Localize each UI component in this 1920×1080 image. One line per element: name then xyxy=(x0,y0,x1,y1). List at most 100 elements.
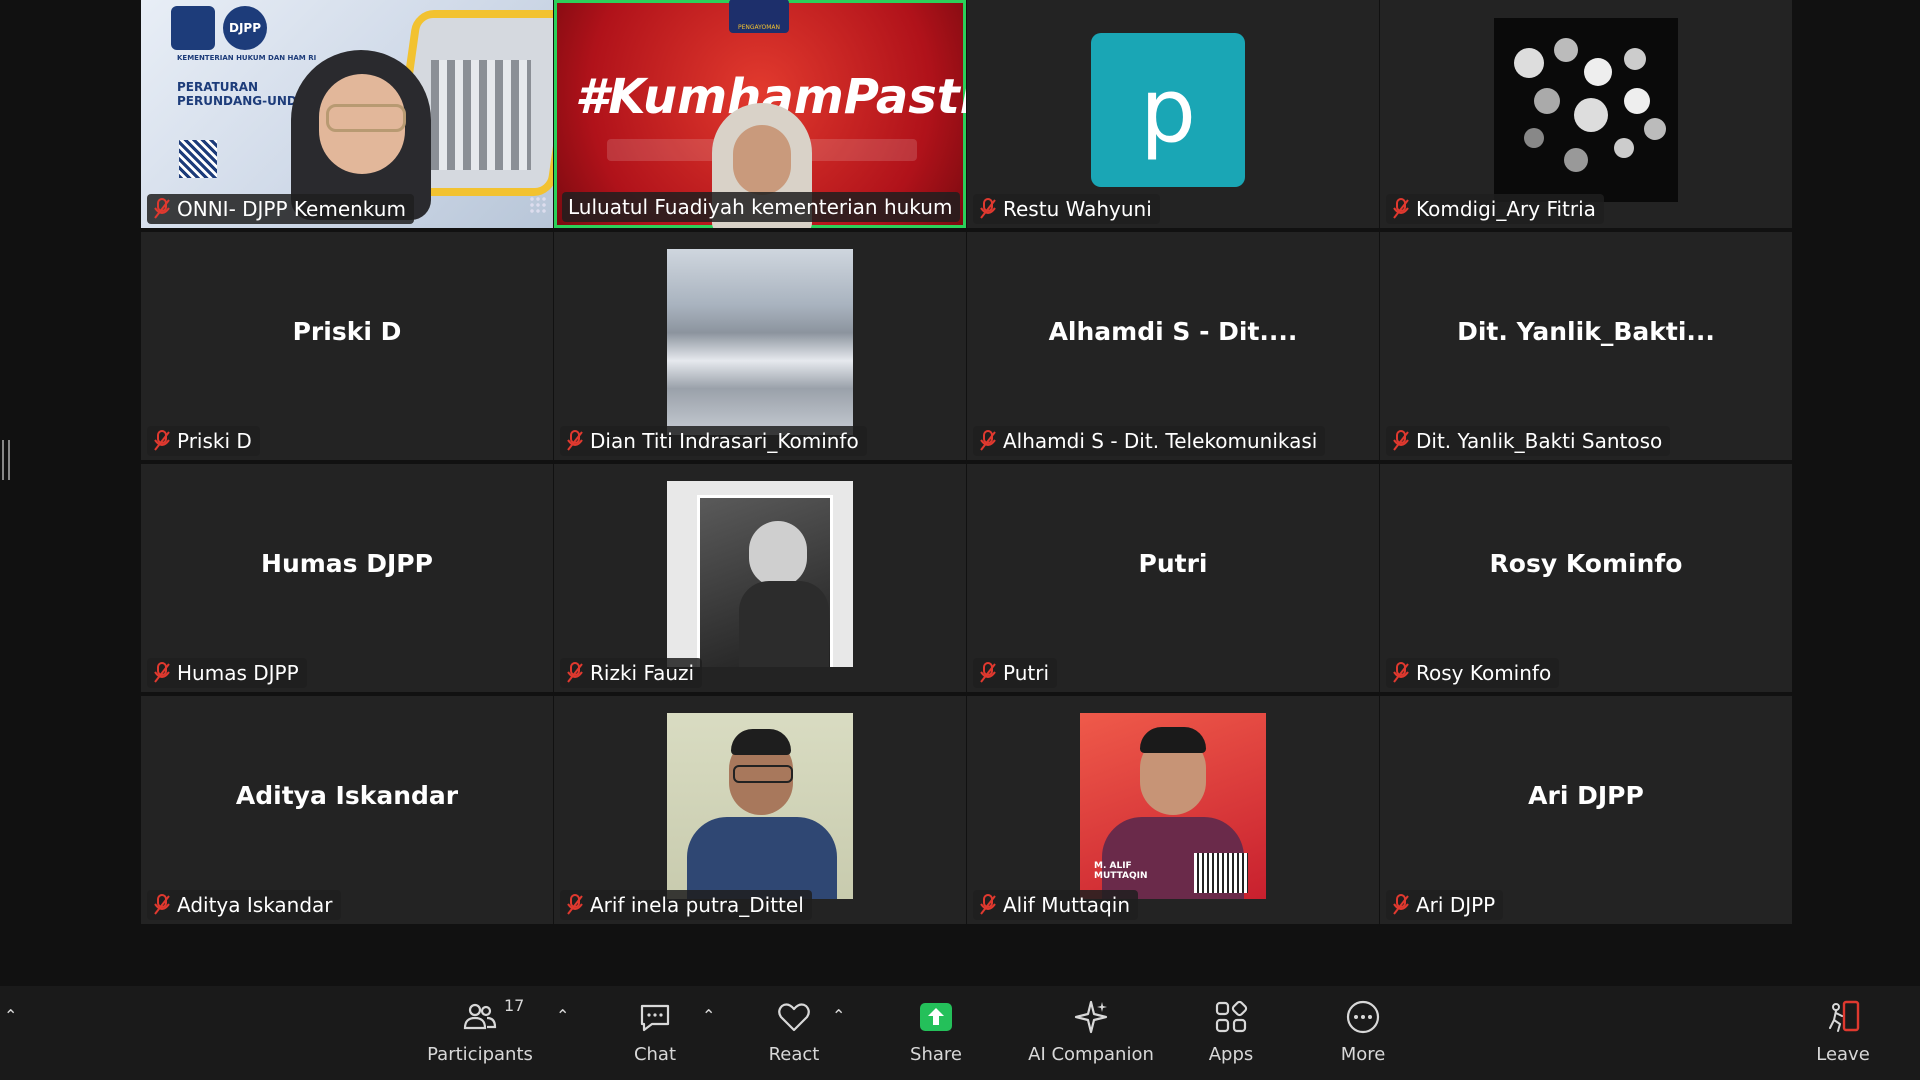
participants-label: Participants xyxy=(427,1044,533,1065)
participant-name: Aditya Iskandar xyxy=(177,893,333,917)
mic-muted-icon xyxy=(1393,430,1409,451)
share-button[interactable]: Share xyxy=(908,992,964,1076)
participant-center-name: Humas DJPP xyxy=(261,548,433,578)
participant-name: Dit. Yanlik_Bakti Santoso xyxy=(1416,429,1663,453)
participant-tile-15[interactable]: M. ALIF MUTTAQIN Alif Muttaqin xyxy=(967,696,1379,924)
leave-button[interactable]: Leave xyxy=(1816,992,1870,1076)
ai-companion-label: AI Companion xyxy=(1028,1044,1154,1065)
avatar-portrait-red: M. ALIF MUTTAQIN xyxy=(1080,713,1266,899)
avatar-mountains xyxy=(667,249,853,435)
participant-name: Dian Titi Indrasari_Kominfo xyxy=(590,429,859,453)
pengayoman-logo: PENGAYOMAN xyxy=(729,0,789,33)
avatar: p xyxy=(1091,33,1245,187)
share-label: Share xyxy=(910,1044,962,1065)
participant-nametag: Rizki Fauzi xyxy=(560,658,703,688)
participant-tile-9[interactable]: Humas DJPP Humas DJPP xyxy=(141,464,553,692)
slide-title-line1: PERATURAN xyxy=(177,80,259,94)
chat-button[interactable]: Chat xyxy=(630,992,680,1076)
participant-tile-12[interactable]: Rosy Kominfo Rosy Kominfo xyxy=(1380,464,1792,692)
participants-icon xyxy=(463,1003,497,1030)
participant-nametag: Aditya Iskandar xyxy=(147,890,341,920)
mic-muted-icon xyxy=(154,430,170,451)
mic-muted-icon xyxy=(567,894,583,915)
participant-center-name: Aditya Iskandar xyxy=(235,780,459,810)
apps-label: Apps xyxy=(1208,1044,1254,1065)
participant-name: Humas DJPP xyxy=(177,661,299,685)
participant-nametag: Rosy Kominfo xyxy=(1386,658,1560,688)
participant-nametag: Ari DJPP xyxy=(1386,890,1504,920)
mic-muted-icon xyxy=(154,894,170,915)
participant-name: Alhamdi S - Dit. Telekomunikasi xyxy=(1003,429,1318,453)
participant-tile-8[interactable]: Dit. Yanlik_Bakti... Dit. Yanlik_Bakti S… xyxy=(1380,232,1792,460)
participant-tile-1[interactable]: DJPP KEMENTERIAN HUKUM DAN HAM RI PERATU… xyxy=(141,0,553,228)
participant-tile-11[interactable]: Putri Putri xyxy=(967,464,1379,692)
chat-label: Chat xyxy=(633,1044,677,1065)
participant-tile-2[interactable]: PENGAYOMAN #KumhamPasti Luluatul Fuadiya… xyxy=(554,0,966,228)
leave-icon xyxy=(1829,1000,1860,1032)
participant-tile-16[interactable]: Ari DJPP Ari DJPP xyxy=(1380,696,1792,924)
mic-muted-icon xyxy=(980,662,996,683)
share-screen-icon xyxy=(920,1003,952,1031)
participant-tile-10[interactable]: Rizki Fauzi xyxy=(554,464,966,692)
participant-tile-4[interactable]: Komdigi_Ary Fitria xyxy=(1380,0,1792,228)
avatar-bokeh xyxy=(1494,18,1678,202)
participant-name: Komdigi_Ary Fitria xyxy=(1416,197,1596,221)
chevron-up-icon[interactable]: ⌃ xyxy=(4,1006,17,1025)
participant-nametag: ONNI- DJPP Kemenkum xyxy=(147,194,414,224)
apps-button[interactable]: Apps xyxy=(1206,992,1256,1076)
heart-icon xyxy=(778,1003,810,1032)
participant-center-name: Rosy Kominfo xyxy=(1489,548,1683,578)
qr-code xyxy=(1194,853,1248,893)
participant-tile-14[interactable]: Arif inela putra_Dittel xyxy=(554,696,966,924)
participant-name: ONNI- DJPP Kemenkum xyxy=(177,197,406,221)
participant-name: Rizki Fauzi xyxy=(590,661,695,685)
grid-dots-icon[interactable] xyxy=(529,196,547,214)
more-icon xyxy=(1346,1000,1380,1034)
participant-tile-6[interactable]: Dian Titi Indrasari_Kominfo xyxy=(554,232,966,460)
participant-name: Luluatul Fuadiyah kementerian hukum xyxy=(568,195,953,219)
participant-nametag: Dit. Yanlik_Bakti Santoso xyxy=(1386,426,1671,456)
participant-nametag: Alhamdi S - Dit. Telekomunikasi xyxy=(973,426,1326,456)
participant-tile-3[interactable]: p Restu Wahyuni xyxy=(967,0,1379,228)
participant-name: Putri xyxy=(1003,661,1050,685)
gallery-grid: DJPP KEMENTERIAN HUKUM DAN HAM RI PERATU… xyxy=(141,0,1793,924)
djpp-badge: DJPP xyxy=(223,6,267,50)
participants-options-icon[interactable]: ⌃ xyxy=(556,1006,569,1025)
participant-tile-5[interactable]: Priski D Priski D xyxy=(141,232,553,460)
participant-nametag: Restu Wahyuni xyxy=(973,194,1160,224)
participant-name: Alif Muttaqin xyxy=(1003,893,1130,917)
mic-muted-icon xyxy=(154,198,170,219)
slide-org-line: KEMENTERIAN HUKUM DAN HAM RI xyxy=(177,54,317,62)
react-options-icon[interactable]: ⌃ xyxy=(832,1006,845,1025)
mic-muted-icon xyxy=(980,198,996,219)
participant-center-name: Alhamdi S - Dit.... xyxy=(1048,316,1298,346)
participant-nametag: Priski D xyxy=(147,426,260,456)
participant-center-name: Putri xyxy=(1138,548,1208,578)
sparkle-icon xyxy=(1074,1000,1108,1034)
card-text: M. ALIF MUTTAQIN xyxy=(1094,861,1148,881)
participant-name: Priski D xyxy=(177,429,252,453)
panel-resize-handle[interactable] xyxy=(2,440,10,480)
more-button[interactable]: More xyxy=(1338,992,1388,1076)
participant-name: Rosy Kominfo xyxy=(1416,661,1552,685)
participant-nametag: Komdigi_Ary Fitria xyxy=(1386,194,1604,224)
chat-options-icon[interactable]: ⌃ xyxy=(702,1006,715,1025)
react-button[interactable]: React xyxy=(764,992,824,1076)
participants-count: 17 xyxy=(504,996,525,1015)
apps-icon xyxy=(1215,1000,1248,1033)
participant-name: Arif inela putra_Dittel xyxy=(590,893,804,917)
mic-muted-icon xyxy=(154,662,170,683)
participant-tile-7[interactable]: Alhamdi S - Dit.... Alhamdi S - Dit. Tel… xyxy=(967,232,1379,460)
mic-muted-icon xyxy=(1393,662,1409,683)
participant-name: Restu Wahyuni xyxy=(1003,197,1152,221)
mic-muted-icon xyxy=(980,430,996,451)
participant-name: Ari DJPP xyxy=(1416,893,1496,917)
more-label: More xyxy=(1340,1044,1386,1065)
chat-icon xyxy=(640,1004,670,1032)
mic-muted-icon xyxy=(1393,198,1409,219)
participant-tile-13[interactable]: Aditya Iskandar Aditya Iskandar xyxy=(141,696,553,924)
participant-nametag: Putri xyxy=(973,658,1058,688)
avatar-bw-photo xyxy=(667,481,853,667)
avatar-portrait-glasses xyxy=(667,713,853,899)
ai-companion-button[interactable]: AI Companion xyxy=(1024,992,1158,1076)
